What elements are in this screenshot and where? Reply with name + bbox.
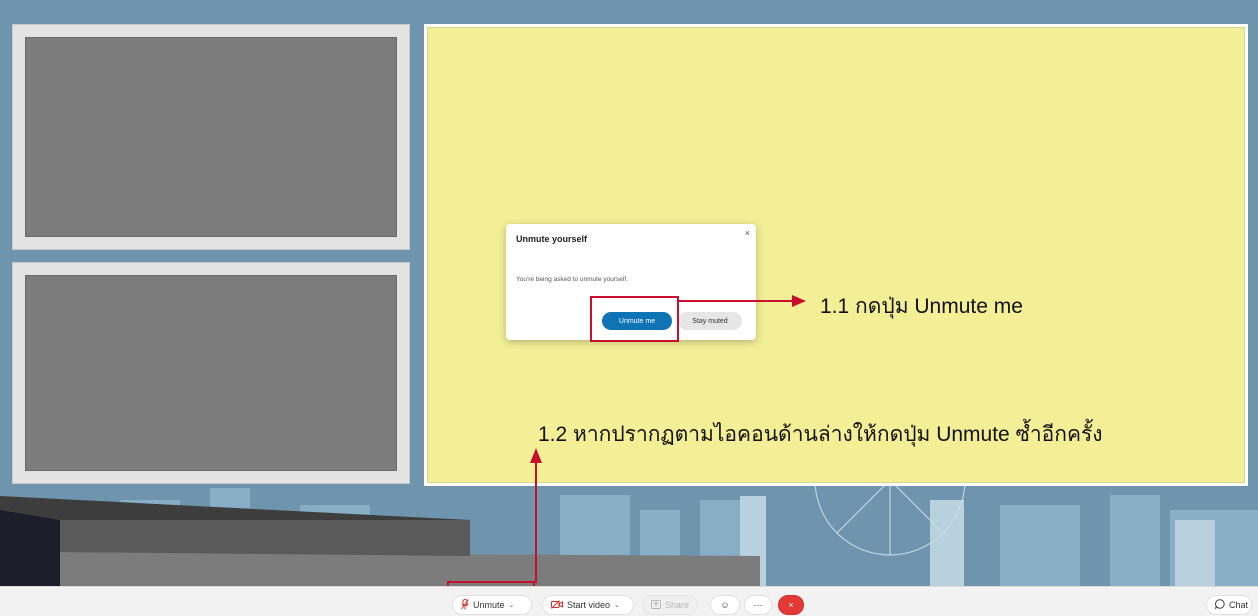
chat-button[interactable]: Chat bbox=[1206, 595, 1252, 615]
end-call-icon: × bbox=[788, 599, 794, 610]
highlight-box-unmute-me bbox=[590, 296, 679, 342]
chat-label: Chat bbox=[1229, 600, 1249, 610]
dialog-title: Unmute yourself bbox=[516, 234, 588, 244]
annotation-step-1-1: 1.1 กดปุ่ม Unmute me bbox=[820, 295, 1023, 318]
meeting-toolbar: Unmute ⌄ Start video ⌄ Share ☺ ··· × Cha… bbox=[0, 586, 1258, 616]
dialog-message: You're being asked to unmute yourself. bbox=[516, 276, 628, 283]
participant-video-tile[interactable] bbox=[12, 262, 410, 484]
chevron-down-icon[interactable]: ⌄ bbox=[614, 601, 620, 609]
muted-mic-icon bbox=[461, 598, 469, 612]
participant-video-tile[interactable] bbox=[12, 24, 410, 250]
video-placeholder bbox=[25, 37, 397, 237]
close-icon[interactable]: × bbox=[745, 228, 750, 238]
chevron-down-icon[interactable]: ⌄ bbox=[509, 601, 515, 609]
video-placeholder bbox=[25, 275, 397, 471]
leave-meeting-button[interactable]: × bbox=[778, 595, 804, 615]
share-icon bbox=[651, 599, 661, 611]
start-video-label: Start video bbox=[567, 600, 611, 610]
video-off-icon bbox=[551, 599, 563, 611]
share-label: Share bbox=[665, 600, 690, 610]
unmute-label: Unmute bbox=[473, 600, 505, 610]
more-options-button[interactable]: ··· bbox=[744, 595, 772, 615]
share-button[interactable]: Share bbox=[642, 595, 698, 615]
emoji-icon: ☺ bbox=[720, 599, 730, 610]
unmute-button[interactable]: Unmute ⌄ bbox=[452, 595, 532, 615]
reactions-button[interactable]: ☺ bbox=[710, 595, 740, 615]
chat-icon bbox=[1214, 599, 1225, 611]
start-video-button[interactable]: Start video ⌄ bbox=[542, 595, 634, 615]
more-icon: ··· bbox=[753, 599, 763, 610]
annotation-step-1-2: 1.2 หากปรากฏตามไอคอนด้านล่างให้กดปุ่ม Un… bbox=[538, 423, 1103, 446]
stay-muted-button[interactable]: Stay muted bbox=[678, 312, 742, 330]
